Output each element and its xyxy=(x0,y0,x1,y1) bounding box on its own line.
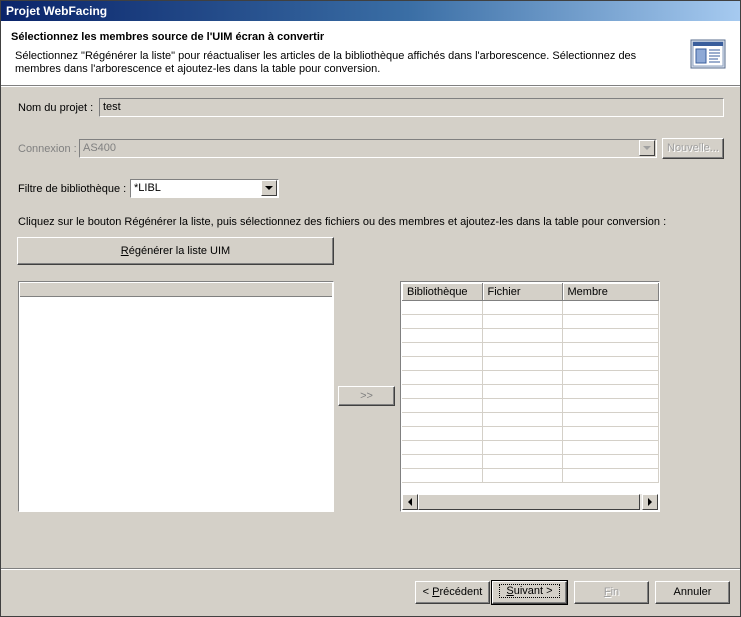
instruction-text: Cliquez sur le bouton Régénérer la liste… xyxy=(18,216,667,228)
finish-button[interactable]: Fin xyxy=(574,581,649,604)
arrow-right-icon xyxy=(648,498,652,506)
column-header-file[interactable]: Fichier xyxy=(482,283,563,301)
chevron-down-icon xyxy=(265,186,273,190)
library-filter-combo[interactable]: *LIBL xyxy=(130,179,279,198)
library-filter-dropdown-button[interactable] xyxy=(261,180,277,196)
table-row[interactable] xyxy=(402,314,659,329)
table-row[interactable] xyxy=(402,426,659,441)
finish-button-mnemonic: F xyxy=(603,586,611,598)
table-row[interactable] xyxy=(402,398,659,413)
table-row[interactable] xyxy=(402,468,659,483)
connection-dropdown-button[interactable] xyxy=(639,140,655,156)
project-name-field[interactable]: test xyxy=(99,98,724,117)
table-row[interactable] xyxy=(402,412,659,427)
connection-combo[interactable]: AS400 xyxy=(79,139,657,158)
library-filter-label: Filtre de bibliothèque : xyxy=(18,183,127,195)
next-button-label: uivant > xyxy=(513,585,553,597)
arrow-left-icon xyxy=(408,498,412,506)
table-row[interactable] xyxy=(402,328,659,343)
table-row[interactable] xyxy=(402,370,659,385)
column-header-library[interactable]: Bibliothèque xyxy=(402,283,483,301)
back-button[interactable]: < Précédent xyxy=(415,581,490,604)
cancel-button[interactable]: Annuler xyxy=(655,581,730,604)
new-connection-button[interactable]: Nouvelle... xyxy=(662,138,724,159)
header-divider xyxy=(1,86,740,87)
refresh-button-mnemonic: R xyxy=(120,245,129,257)
wizard-header: Sélectionnez les membres source de l'UIM… xyxy=(1,21,740,86)
column-header-member[interactable]: Membre xyxy=(562,283,659,301)
connection-value: AS400 xyxy=(83,142,117,154)
chevron-down-icon xyxy=(643,146,651,150)
conversion-table-panel: Bibliothèque Fichier Membre xyxy=(400,281,660,512)
table-row[interactable] xyxy=(402,300,659,315)
table-row[interactable] xyxy=(402,342,659,357)
next-button-mnemonic: S xyxy=(506,585,514,597)
project-name-label: Nom du projet : xyxy=(18,102,94,114)
next-button[interactable]: Suivant > xyxy=(491,580,568,605)
back-button-mnemonic: P xyxy=(432,586,440,598)
refresh-button-label: égénérer la liste UIM xyxy=(128,245,231,257)
title-bar: Projet WebFacing xyxy=(1,1,740,21)
refresh-uim-list-button[interactable]: Régénérer la liste UIM xyxy=(17,237,334,265)
wizard-window: Projet WebFacing Sélectionnez les membre… xyxy=(0,0,741,617)
window-title: Projet WebFacing xyxy=(6,4,108,18)
scroll-left-button[interactable] xyxy=(402,494,418,510)
table-row[interactable] xyxy=(402,454,659,469)
table-header-row: Bibliothèque Fichier Membre xyxy=(402,283,659,301)
horizontal-scrollbar[interactable] xyxy=(402,494,658,510)
library-filter-value: *LIBL xyxy=(134,182,161,194)
back-button-prefix: < xyxy=(422,586,433,598)
finish-button-label: in xyxy=(610,586,620,598)
conversion-table[interactable]: Bibliothèque Fichier Membre xyxy=(402,283,659,483)
scroll-thumb[interactable] xyxy=(418,494,640,510)
page-description: Sélectionnez "Régénérer la liste" pour r… xyxy=(15,50,637,75)
connection-label: Connexion : xyxy=(18,143,77,155)
wizard-banner-icon xyxy=(690,39,726,69)
table-row[interactable] xyxy=(402,356,659,371)
table-body xyxy=(402,300,659,483)
page-title: Sélectionnez les membres source de l'UIM… xyxy=(11,31,325,43)
back-button-label: récédent xyxy=(439,586,483,598)
scroll-right-button[interactable] xyxy=(642,494,658,510)
tree-header-bar xyxy=(20,283,332,297)
library-tree-panel[interactable] xyxy=(18,281,334,512)
add-to-table-button[interactable]: >> xyxy=(338,386,395,406)
table-row[interactable] xyxy=(402,440,659,455)
next-button-focus: Suivant > xyxy=(499,584,560,598)
table-row[interactable] xyxy=(402,384,659,399)
footer-divider-highlight xyxy=(1,569,740,570)
